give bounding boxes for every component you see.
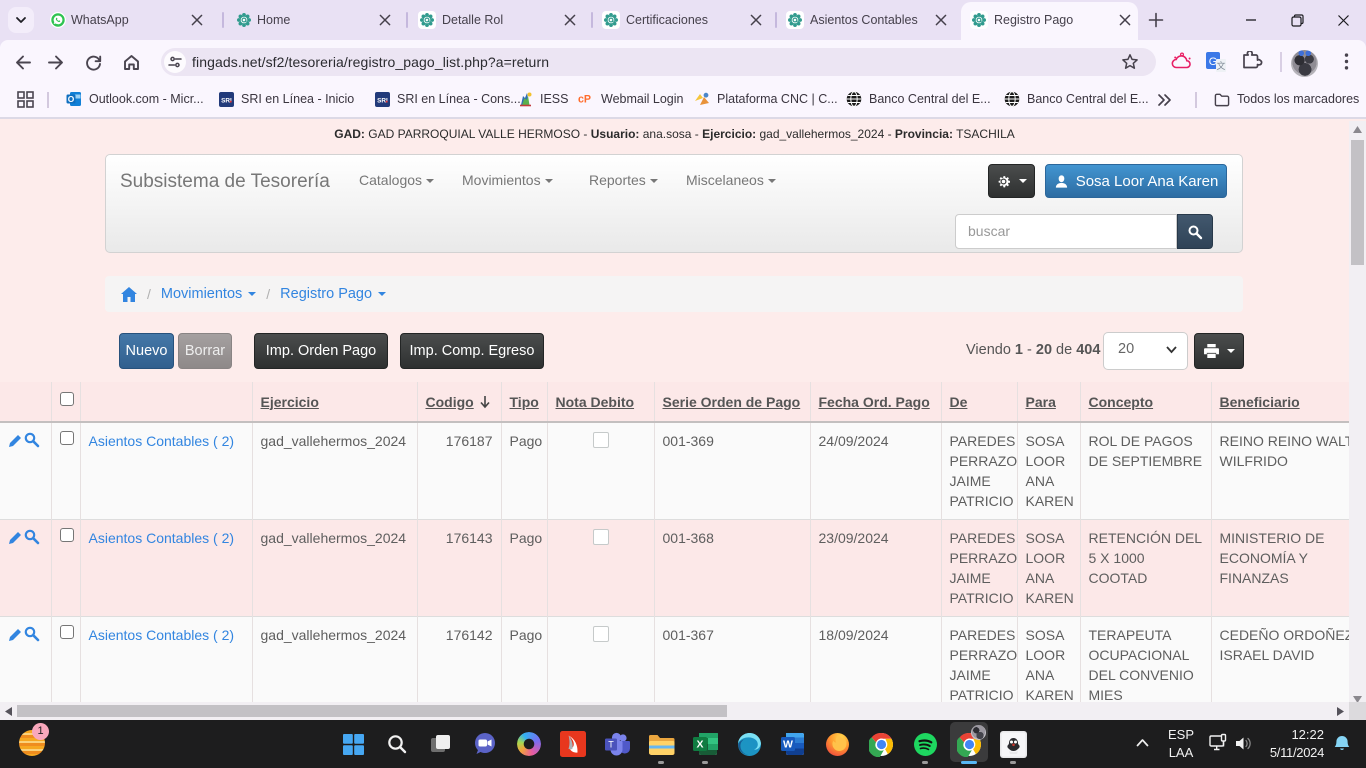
svg-text:T: T xyxy=(608,740,614,750)
svg-text:文: 文 xyxy=(1216,60,1225,71)
svg-text:O: O xyxy=(68,94,75,104)
svg-text:X: X xyxy=(696,739,703,751)
svg-text:W: W xyxy=(783,739,793,751)
svg-text:cP: cP xyxy=(578,94,591,105)
